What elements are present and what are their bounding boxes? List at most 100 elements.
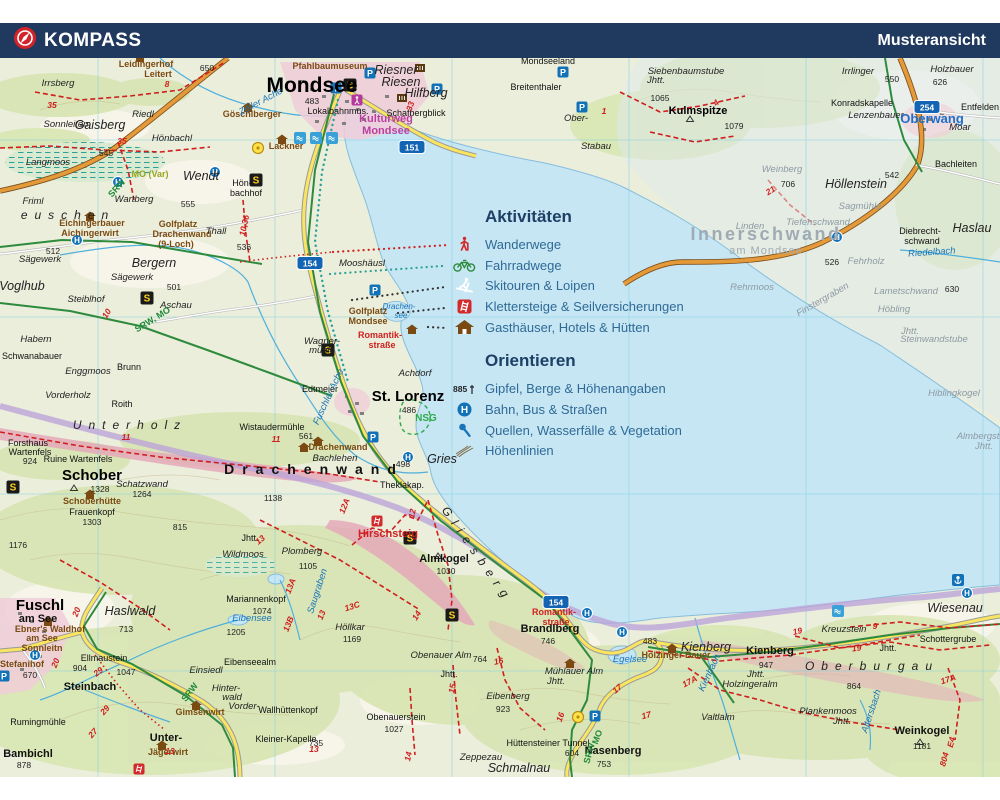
map-label: 1027 — [385, 724, 404, 734]
map-label: schwand — [904, 236, 940, 246]
map-label: Jhtt. — [879, 643, 896, 653]
map-label: Achdorf — [398, 368, 433, 379]
map-label: mühle — [309, 345, 335, 356]
map-label: 1 — [602, 106, 607, 116]
map-label: Voglhub — [0, 279, 45, 293]
svg-text:885: 885 — [453, 384, 467, 394]
map-label: Vorder- — [228, 701, 259, 712]
map-label: Jhtt. — [440, 669, 457, 679]
map-label: Hönbachl — [152, 133, 193, 144]
map-label: Golfplatz — [159, 219, 198, 229]
map-label: 924 — [23, 456, 37, 466]
map-label: Mooshäusl — [339, 258, 386, 269]
map-label: Wartberg — [115, 194, 155, 205]
kompass-logo-icon — [14, 27, 36, 54]
legend-item: 885Gipfel, Berge & Höhenangaben — [452, 378, 722, 399]
parking-icon: P — [590, 711, 601, 722]
map-label: 864 — [847, 681, 861, 691]
map-label: Jhtt. — [974, 441, 993, 452]
map-label: 11 — [122, 432, 131, 442]
legend-orientation-list: 885Gipfel, Berge & HöhenangabenHBahn, Bu… — [452, 378, 722, 461]
map-label: 561 — [299, 431, 313, 441]
map-label: Fehrholz — [848, 256, 885, 267]
map-label: Schoberhütte — [63, 496, 121, 506]
map-label: Hiblingkogel — [928, 388, 981, 399]
legend-item: Höhenlinien — [452, 441, 722, 462]
map-label: Ellmaustein — [81, 653, 128, 663]
map-label: Unter- — [150, 732, 183, 744]
map-label: 35 — [47, 100, 57, 110]
legend-item: Gasthäuser, Hotels & Hütten — [452, 317, 722, 338]
map-label: Kulturweg — [359, 113, 413, 125]
map-label: Kienberg — [681, 640, 731, 654]
map-label: Wiesenau — [927, 601, 983, 615]
legend-item-label: Fahrradwege — [485, 258, 562, 273]
svg-text:P: P — [370, 432, 376, 442]
map-label: 878 — [17, 760, 31, 770]
map-label: Weinkogel — [895, 725, 950, 737]
water-sport-icon — [326, 132, 338, 144]
map-label: Kienberg — [746, 645, 794, 657]
map-label: 1205 — [227, 627, 246, 637]
map-label: see — [395, 311, 408, 320]
legend-orientation-title: Orientieren — [485, 351, 722, 371]
map-label: Romantik- — [532, 607, 576, 617]
map-label: 12 — [406, 508, 418, 519]
map-label: 11 — [272, 434, 281, 444]
parking-icon: P — [577, 102, 588, 113]
svg-text:S: S — [144, 294, 151, 305]
parking-icon: P — [370, 285, 381, 296]
map-label: 501 — [167, 282, 181, 292]
map-label: Vorderholz — [45, 390, 91, 401]
map-label: 536 — [237, 242, 251, 252]
svg-text:P: P — [1, 671, 7, 681]
header: KOMPASS Musteransicht — [0, 23, 1000, 58]
summer-toboggan-icon: S — [446, 609, 459, 622]
map-label: 1047 — [117, 667, 136, 677]
map-label: 1303 — [83, 517, 102, 527]
map-label: 550 — [885, 74, 899, 84]
map-label: Gimsenwirt — [175, 707, 224, 717]
parking-icon: P — [368, 432, 379, 443]
map-label: Holzbauer — [930, 64, 974, 75]
map-label: Haslau — [953, 221, 992, 235]
ladder-icon — [452, 299, 476, 314]
map-label: Aichingerwirt — [61, 228, 119, 238]
map-label: Stefanihof — [0, 659, 45, 669]
hiker-icon — [452, 236, 476, 253]
map-label: Hilfberg — [404, 86, 447, 100]
bus-icon: H — [452, 402, 476, 417]
map-label: 1181 — [913, 741, 932, 751]
map-label: Leitert — [144, 69, 172, 79]
map-label: 9 — [873, 621, 878, 631]
map-label: Theklakap. — [380, 480, 424, 490]
map-label: Oberburgau — [805, 659, 939, 673]
map-label: Lenzenbauer — [848, 110, 904, 121]
map-label: 815 — [173, 522, 187, 532]
map-label: Brunn — [117, 362, 141, 372]
legend-item-label: Klettersteige & Seilversicherungen — [485, 299, 684, 314]
map-label: 1065 — [651, 93, 670, 103]
map-label: 13 — [165, 746, 175, 756]
map-label: Jhtt. — [746, 669, 765, 680]
map-label: Plomberg — [282, 546, 323, 557]
map-label: Rehrmoos — [730, 282, 774, 293]
ski-icon — [452, 277, 476, 294]
klettersteig-icon — [372, 516, 383, 527]
map-label: 923 — [496, 704, 510, 714]
map-label: Eichingerbauer — [59, 218, 125, 228]
viewpoint-icon — [573, 712, 584, 723]
map-label: Bergern — [132, 256, 177, 270]
map-label: Höllkar — [335, 622, 365, 633]
map-label: Wildmoos — [222, 549, 264, 560]
legend-item: Fahrradwege — [452, 255, 722, 276]
map-label: Bambichl — [3, 748, 53, 760]
map-label: 483 — [305, 96, 319, 106]
map-label: Irrlinger — [842, 66, 875, 77]
klettersteig-icon — [134, 764, 145, 775]
map-label: 1105 — [299, 561, 318, 571]
map-label: Kleiner-Kapelle — [255, 734, 316, 744]
map-label: 630 — [945, 284, 959, 294]
map-label: Mondsee — [348, 316, 387, 326]
map-label: 706 — [781, 179, 795, 189]
